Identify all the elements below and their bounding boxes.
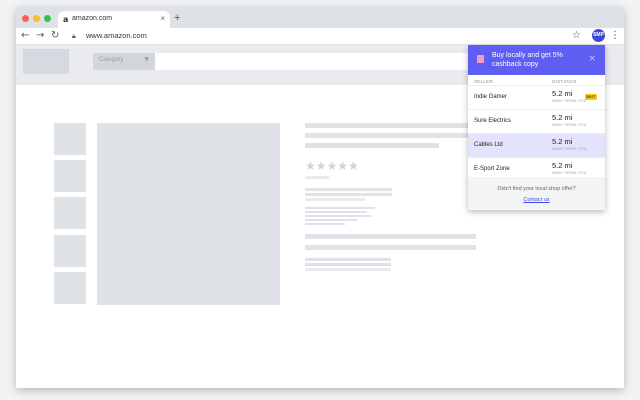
bullet-line (305, 219, 357, 221)
seller-name: Sure Electrics (474, 118, 512, 124)
contact-us-link[interactable]: Contact us (468, 197, 605, 203)
address-bar[interactable]: 🔒︎ www.amazon.com (68, 30, 568, 42)
seller-row-selected[interactable]: Cables Ltd 5.2 mi AWAY FROM YOU (468, 134, 605, 158)
bullet-line (305, 223, 345, 225)
title-line (305, 133, 476, 138)
price-line (305, 188, 392, 191)
shopping-bag-icon (477, 55, 484, 63)
forward-icon[interactable]: → (36, 30, 44, 41)
seller-name: Cables Ltd (474, 142, 503, 148)
window-close-dot[interactable] (22, 15, 29, 22)
rating-stars: ★★★★★ (305, 159, 359, 173)
thumbnail[interactable] (54, 160, 86, 192)
seller-name: Indie Gamer (474, 94, 508, 100)
rating-count (305, 176, 329, 179)
desc-line (305, 268, 391, 271)
url-text: www.amazon.com (86, 31, 147, 40)
close-icon[interactable]: × (588, 54, 596, 64)
tab-title: amazon.com (72, 15, 113, 22)
seller-distance: 5.2 mi (552, 89, 573, 98)
seller-distance: 5.2 mi (552, 113, 573, 122)
lock-icon: 🔒︎ (72, 32, 76, 40)
main-product-image (97, 123, 280, 305)
seller-column-header: SELLER (474, 79, 494, 84)
seller-distance: 5.2 mi (552, 161, 573, 170)
distance-caption: AWAY FROM YOU (552, 171, 587, 175)
cashback-popup: Buy locally and get 5% cashback copy × S… (468, 45, 605, 210)
logo-placeholder (23, 49, 69, 74)
tab-amazon[interactable]: a amazon.com × (58, 11, 170, 28)
section-line (305, 245, 476, 250)
popup-title: Buy locally and get 5% cashback copy (492, 52, 563, 68)
new-tab-icon[interactable]: + (174, 12, 180, 24)
tab-bar: a amazon.com × + (16, 8, 624, 28)
category-label: Category (99, 57, 124, 63)
browser-toolbar: ← → ↻ 🔒︎ www.amazon.com ☆ SMP ⋮ (16, 28, 624, 45)
title-line (305, 143, 439, 148)
bullet-line (305, 211, 367, 213)
price-line (305, 193, 392, 196)
popup-footer: Didn't find your local shop offer? Conta… (468, 177, 605, 210)
thumbnail[interactable] (54, 197, 86, 229)
distance-caption: AWAY FROM YOU (552, 147, 587, 151)
thumbnail[interactable] (54, 123, 86, 155)
seller-name: E-Sport Zone (474, 166, 510, 172)
amazon-favicon-icon: a (63, 15, 69, 24)
seller-distance: 5.2 mi (552, 137, 573, 146)
distance-caption: AWAY FROM YOU (552, 99, 587, 103)
bullet-line (305, 207, 375, 209)
footer-question: Didn't find your local shop offer? (497, 186, 576, 192)
title-line (305, 123, 476, 128)
thumbnail[interactable] (54, 272, 86, 304)
desc-line (305, 263, 391, 266)
search-input[interactable] (155, 53, 485, 70)
category-dropdown[interactable]: Category ▼ (93, 53, 155, 70)
chevron-down-icon: ▼ (144, 56, 149, 63)
reload-icon[interactable]: ↻ (51, 30, 59, 41)
page-content: Category ▼ ★★★★★ Buy locally and get 5% … (16, 45, 624, 388)
star-icon[interactable]: ☆ (572, 30, 581, 41)
section-line (305, 234, 476, 239)
seller-row[interactable]: Indie Gamer 5.2 mi AWAY FROM YOU BEST (468, 86, 605, 110)
back-icon[interactable]: ← (21, 30, 29, 41)
best-badge: BEST (585, 94, 597, 100)
browser-window: a amazon.com × + ← → ↻ 🔒︎ www.amazon.com… (16, 8, 624, 388)
seller-row[interactable]: Sure Electrics 5.2 mi AWAY FROM YOU (468, 110, 605, 134)
kebab-menu-icon[interactable]: ⋮ (610, 30, 620, 41)
distance-caption: AWAY FROM YOU (552, 123, 587, 127)
bullet-line (305, 215, 371, 217)
window-minimize-dot[interactable] (33, 15, 40, 22)
popup-header: Buy locally and get 5% cashback copy × (468, 45, 605, 75)
distance-column-header: DISTANCE (552, 79, 577, 84)
window-maximize-dot[interactable] (44, 15, 51, 22)
avatar[interactable]: SMP (592, 29, 605, 42)
thumbnail[interactable] (54, 235, 86, 267)
close-icon[interactable]: × (160, 14, 165, 23)
desc-line (305, 258, 391, 261)
price-line (305, 198, 365, 201)
